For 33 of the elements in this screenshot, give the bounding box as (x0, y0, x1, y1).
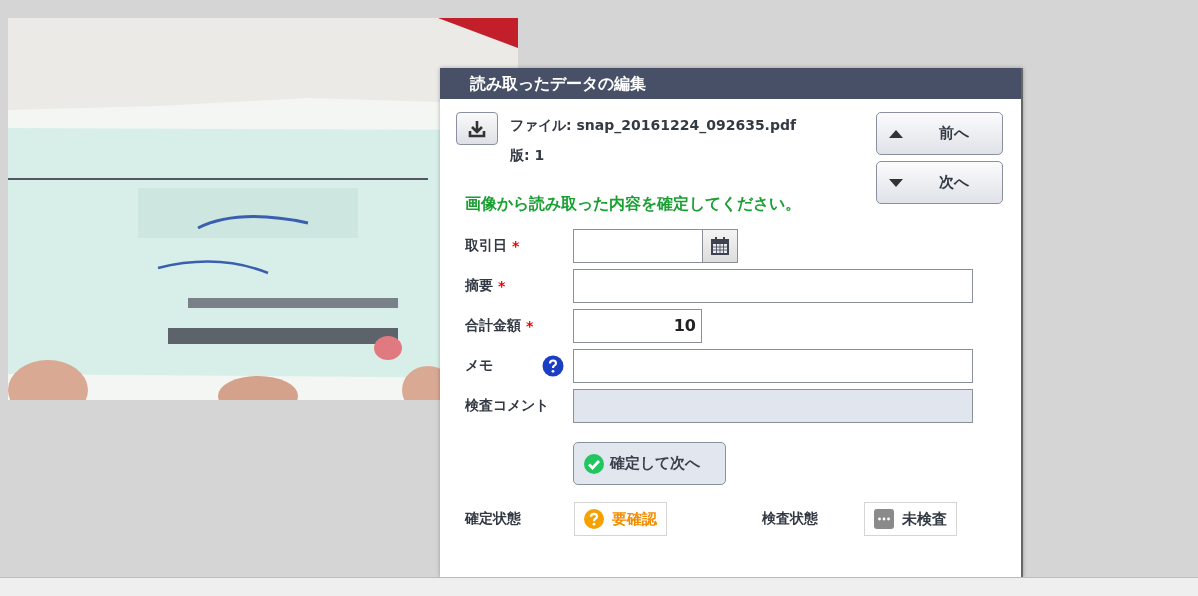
next-button[interactable]: 次へ (876, 161, 1003, 204)
field-label: 取引日 (465, 237, 507, 255)
required-mark: * (498, 278, 506, 294)
file-name: ファイル: snap_20161224_092635.pdf (510, 117, 798, 135)
text-field[interactable] (573, 349, 973, 383)
field-label: 摘要 (465, 277, 493, 295)
instruction-message: 画像から読み取った内容を確定してください。 (465, 194, 802, 215)
dialog-title: 読み取ったデータの編集 (440, 68, 1021, 99)
field-label: 合計金額 (465, 317, 521, 335)
calendar-button[interactable] (703, 229, 738, 263)
amount-field[interactable]: 10 (573, 309, 702, 343)
text-field[interactable] (573, 269, 973, 303)
question-icon (584, 509, 604, 529)
field-label: メモ (465, 357, 493, 375)
required-mark: * (512, 238, 520, 254)
ellipsis-icon (874, 509, 894, 529)
status-label: 検査状態 (762, 510, 819, 528)
download-button[interactable] (456, 112, 498, 145)
confirm-next-button[interactable]: 確定して次へ (573, 442, 726, 485)
download-icon (467, 118, 487, 139)
field-label: 検査コメント (465, 397, 549, 415)
version-label: 版: 1 (510, 147, 546, 165)
calendar-icon (710, 236, 730, 256)
down-triangle-icon (889, 178, 903, 187)
status-label: 確定状態 (465, 510, 522, 528)
check-icon (584, 453, 604, 474)
status-badge: 要確認 (574, 502, 667, 536)
previous-button[interactable]: 前へ (876, 112, 1003, 155)
required-mark: * (526, 318, 534, 334)
help-icon[interactable] (542, 355, 564, 377)
date-field[interactable] (573, 229, 703, 263)
status-badge: 未検査 (864, 502, 957, 536)
up-triangle-icon (889, 129, 903, 138)
